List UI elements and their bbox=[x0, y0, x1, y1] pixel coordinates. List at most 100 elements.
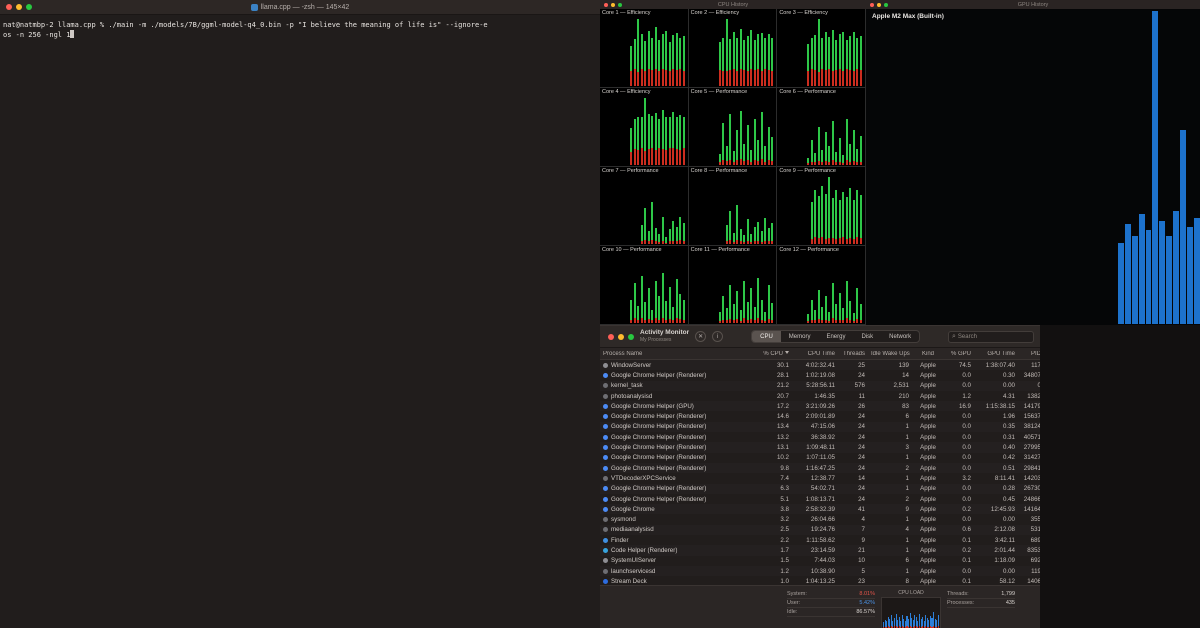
process-gtime-cell: 0.00 bbox=[974, 516, 1018, 523]
table-row[interactable]: mediaanalysisd2.519:24.7674Apple0.62:12.… bbox=[600, 525, 1040, 535]
close-button[interactable] bbox=[608, 334, 614, 340]
process-name-cell: kernel_task bbox=[600, 382, 758, 389]
process-cpu-cell: 3.8 bbox=[758, 506, 792, 513]
table-row[interactable]: kernel_task21.25:28:56.115762,531Apple0.… bbox=[600, 381, 1040, 391]
table-row[interactable]: Finder2.21:11:58.6291Apple0.13:42.11689n… bbox=[600, 535, 1040, 545]
process-kind-cell: Apple bbox=[912, 423, 944, 430]
process-kind-cell: Apple bbox=[912, 506, 944, 513]
core-chart-cell: Core 8 — Performance bbox=[689, 167, 778, 246]
table-row[interactable]: Google Chrome Helper (Renderer)14.62:09:… bbox=[600, 411, 1040, 421]
core-chart-cell: Core 3 — Efficiency bbox=[777, 9, 866, 88]
process-gpu-cell: 0.0 bbox=[944, 423, 974, 430]
process-wake-cell: 83 bbox=[868, 403, 912, 410]
column-gpu[interactable]: % GPU bbox=[944, 351, 974, 357]
process-icon bbox=[603, 517, 608, 522]
column-kind[interactable]: Kind bbox=[912, 351, 944, 357]
table-row[interactable]: Google Chrome3.82:58:32.39419Apple0.212:… bbox=[600, 504, 1040, 514]
tab-cpu[interactable]: CPU bbox=[752, 331, 781, 342]
process-icon bbox=[603, 445, 608, 450]
inspect-process-button[interactable]: i bbox=[712, 331, 723, 342]
terminal-output[interactable]: nat@natmbp-2 llama.cpp % ./main -m ./mod… bbox=[0, 15, 600, 46]
table-row[interactable]: Google Chrome Helper (Renderer)13.11:09:… bbox=[600, 442, 1040, 452]
process-cpu-cell: 9.8 bbox=[758, 465, 792, 472]
table-row[interactable]: Google Chrome Helper (Renderer)13.447:15… bbox=[600, 422, 1040, 432]
process-name: Google Chrome Helper (Renderer) bbox=[611, 434, 706, 441]
process-pid-cell: 692 bbox=[1018, 557, 1040, 564]
cpu-load-box: CPU LOAD bbox=[881, 590, 941, 628]
process-gpu-cell: 0.0 bbox=[944, 496, 974, 503]
process-kind-cell: Apple bbox=[912, 547, 944, 554]
core-label: Core 4 — Efficiency bbox=[602, 89, 651, 95]
terminal-line-1: nat@natmbp-2 llama.cpp % ./main -m ./mod… bbox=[3, 21, 488, 29]
table-row[interactable]: launchservicesd1.210:38.9051Apple0.00.00… bbox=[600, 566, 1040, 576]
system-value: 8.01% bbox=[859, 591, 875, 597]
column-threads[interactable]: Threads bbox=[838, 351, 868, 357]
table-row[interactable]: photoanalysisd20.71:46.3511210Apple1.24.… bbox=[600, 391, 1040, 401]
column-cpu[interactable]: % CPU bbox=[758, 351, 792, 357]
process-time-cell: 47:15.06 bbox=[792, 423, 838, 430]
process-gpu-cell: 0.0 bbox=[944, 454, 974, 461]
process-time-cell: 54:02.71 bbox=[792, 485, 838, 492]
table-row[interactable]: Google Chrome Helper (Renderer)13.236:38… bbox=[600, 432, 1040, 442]
desktop: llama.cpp — -zsh — 145×42 nat@natmbp-2 l… bbox=[0, 0, 1200, 628]
table-row[interactable]: WindowServer30.14:02:32.4125139Apple74.5… bbox=[600, 360, 1040, 370]
process-time-cell: 12:38.77 bbox=[792, 475, 838, 482]
core-history-chart bbox=[779, 98, 862, 165]
tab-disk[interactable]: Disk bbox=[853, 331, 881, 342]
process-wake-cell: 2,531 bbox=[868, 382, 912, 389]
column-gpu-time[interactable]: GPU Time bbox=[974, 351, 1018, 357]
process-gpu-cell: 0.2 bbox=[944, 547, 974, 554]
gpu-history-title: GPU History bbox=[866, 2, 1200, 8]
process-gtime-cell: 0.30 bbox=[974, 372, 1018, 379]
table-row[interactable]: VTDecoderXPCService7.412:38.77141Apple3.… bbox=[600, 473, 1040, 483]
core-chart-cell: Core 11 — Performance bbox=[689, 246, 778, 325]
table-row[interactable]: Code Helper (Renderer)1.723:14.59211Appl… bbox=[600, 545, 1040, 555]
process-gtime-cell: 58.12 bbox=[974, 578, 1018, 585]
search-input[interactable]: ⌕ Search bbox=[948, 331, 1034, 343]
tab-memory[interactable]: Memory bbox=[781, 331, 819, 342]
idle-label: Idle: bbox=[787, 609, 797, 615]
process-th-cell: 5 bbox=[838, 568, 868, 575]
tab-energy[interactable]: Energy bbox=[818, 331, 853, 342]
process-cpu-cell: 14.6 bbox=[758, 413, 792, 420]
process-gpu-cell: 0.1 bbox=[944, 578, 974, 585]
column-cpu-time[interactable]: CPU Time bbox=[792, 351, 838, 357]
process-pid-cell: 1406 bbox=[1018, 578, 1040, 585]
process-th-cell: 23 bbox=[838, 578, 868, 585]
table-row[interactable]: Google Chrome Helper (Renderer)5.11:08:1… bbox=[600, 494, 1040, 504]
table-row[interactable]: SystemUIServer1.57:44.03106Apple0.11:18.… bbox=[600, 556, 1040, 566]
process-name-cell: Google Chrome Helper (Renderer) bbox=[600, 434, 758, 441]
process-wake-cell: 1 bbox=[868, 423, 912, 430]
table-row[interactable]: Google Chrome Helper (Renderer)10.21:07:… bbox=[600, 453, 1040, 463]
process-wake-cell: 1 bbox=[868, 475, 912, 482]
tab-network[interactable]: Network bbox=[881, 331, 919, 342]
process-icon bbox=[603, 486, 608, 491]
process-wake-cell: 1 bbox=[868, 537, 912, 544]
core-label: Core 7 — Performance bbox=[602, 168, 659, 174]
process-pid-cell: 1382 bbox=[1018, 393, 1040, 400]
stop-process-button[interactable]: ✕ bbox=[695, 331, 706, 342]
core-chart-cell: Core 5 — Performance bbox=[689, 88, 778, 167]
process-kind-cell: Apple bbox=[912, 557, 944, 564]
core-history-chart bbox=[602, 19, 685, 86]
table-row[interactable]: Google Chrome Helper (Renderer)28.11:02:… bbox=[600, 370, 1040, 380]
column-idle-wake-ups[interactable]: Idle Wake Ups bbox=[868, 351, 912, 357]
column-pid[interactable]: PID bbox=[1018, 351, 1040, 357]
process-icon bbox=[603, 579, 608, 584]
process-kind-cell: Apple bbox=[912, 434, 944, 441]
process-wake-cell: 8 bbox=[868, 578, 912, 585]
process-gtime-cell: 1:18.09 bbox=[974, 557, 1018, 564]
core-label: Core 12 — Performance bbox=[779, 247, 839, 253]
core-chart-cell: Core 12 — Performance bbox=[777, 246, 866, 325]
process-gpu-cell: 0.6 bbox=[944, 526, 974, 533]
table-row[interactable]: Google Chrome Helper (Renderer)9.81:16:4… bbox=[600, 463, 1040, 473]
process-cpu-cell: 10.2 bbox=[758, 454, 792, 461]
table-row[interactable]: Google Chrome Helper (Renderer)6.354:02.… bbox=[600, 484, 1040, 494]
zoom-button[interactable] bbox=[628, 334, 634, 340]
process-pid-cell: 531 bbox=[1018, 526, 1040, 533]
table-row[interactable]: sysmond3.226:04.6641Apple0.00.00355root bbox=[600, 514, 1040, 524]
minimize-button[interactable] bbox=[618, 334, 624, 340]
table-row[interactable]: Google Chrome Helper (GPU)17.23:21:09.26… bbox=[600, 401, 1040, 411]
core-history-chart bbox=[602, 177, 685, 244]
column-process-name[interactable]: Process Name bbox=[600, 351, 758, 357]
